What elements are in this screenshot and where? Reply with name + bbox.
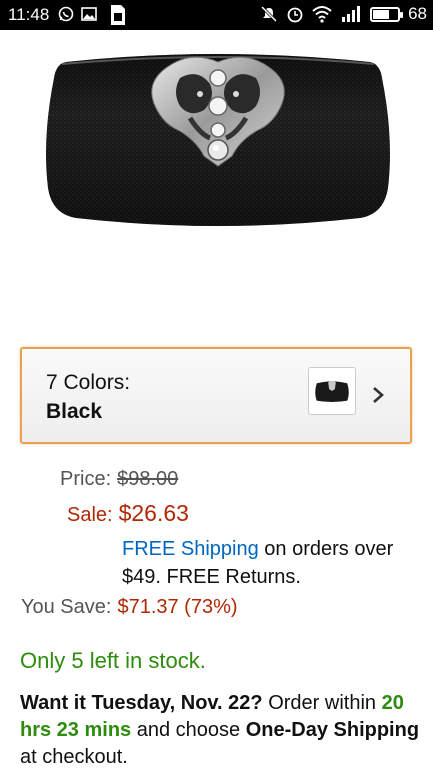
- alarm-icon: [287, 7, 303, 23]
- battery-level: 68: [408, 4, 427, 23]
- delivery-order-within: Order within: [262, 692, 382, 714]
- status-right: 68: [260, 4, 427, 24]
- color-count-label: 7 Colors:: [46, 371, 131, 394]
- you-save-label: You Save:: [21, 596, 112, 618]
- sim-icon: [111, 5, 125, 25]
- selected-color: Black: [46, 400, 103, 423]
- list-price-row: Price: $98.00: [60, 468, 178, 491]
- shipping-info: FREE Shipping on orders over $49. FREE R…: [122, 535, 422, 591]
- list-price-value: $98.00: [117, 468, 179, 490]
- stock-status: Only 5 left in stock.: [20, 648, 206, 673]
- image-icon: [81, 7, 97, 21]
- whatsapp-icon: [58, 6, 74, 22]
- wifi-icon: [312, 6, 332, 23]
- you-save-value: $71.37 (73%): [117, 596, 238, 618]
- you-save-row: You Save: $71.37 (73%): [21, 596, 238, 619]
- battery-fill: [373, 9, 390, 19]
- delivery-checkout: at checkout.: [20, 746, 128, 768]
- sale-price-value: $26.63: [118, 500, 189, 526]
- list-price-label: Price:: [60, 468, 112, 490]
- sale-price-row: Sale: $26.63: [67, 500, 189, 527]
- product-image[interactable]: [40, 38, 396, 248]
- signal-icon: [342, 6, 361, 22]
- color-swatch-thumbnail[interactable]: [308, 367, 356, 415]
- delivery-date: Want it Tuesday, Nov. 22?: [20, 692, 263, 714]
- sale-price-label: Sale:: [67, 504, 113, 526]
- battery-icon: [370, 6, 404, 22]
- color-selector[interactable]: 7 Colors: Black: [20, 347, 412, 444]
- delivery-choose: and choose: [131, 719, 246, 741]
- free-shipping-link[interactable]: FREE Shipping: [122, 538, 259, 560]
- mute-icon: [261, 5, 278, 23]
- delivery-info: Want it Tuesday, Nov. 22? Order within 2…: [20, 690, 420, 770]
- status-time: 11:48: [8, 5, 50, 24]
- one-day-shipping: One-Day Shipping: [245, 719, 420, 741]
- status-bar: 11:48 68: [0, 0, 433, 30]
- chevron-right-icon[interactable]: [370, 385, 386, 405]
